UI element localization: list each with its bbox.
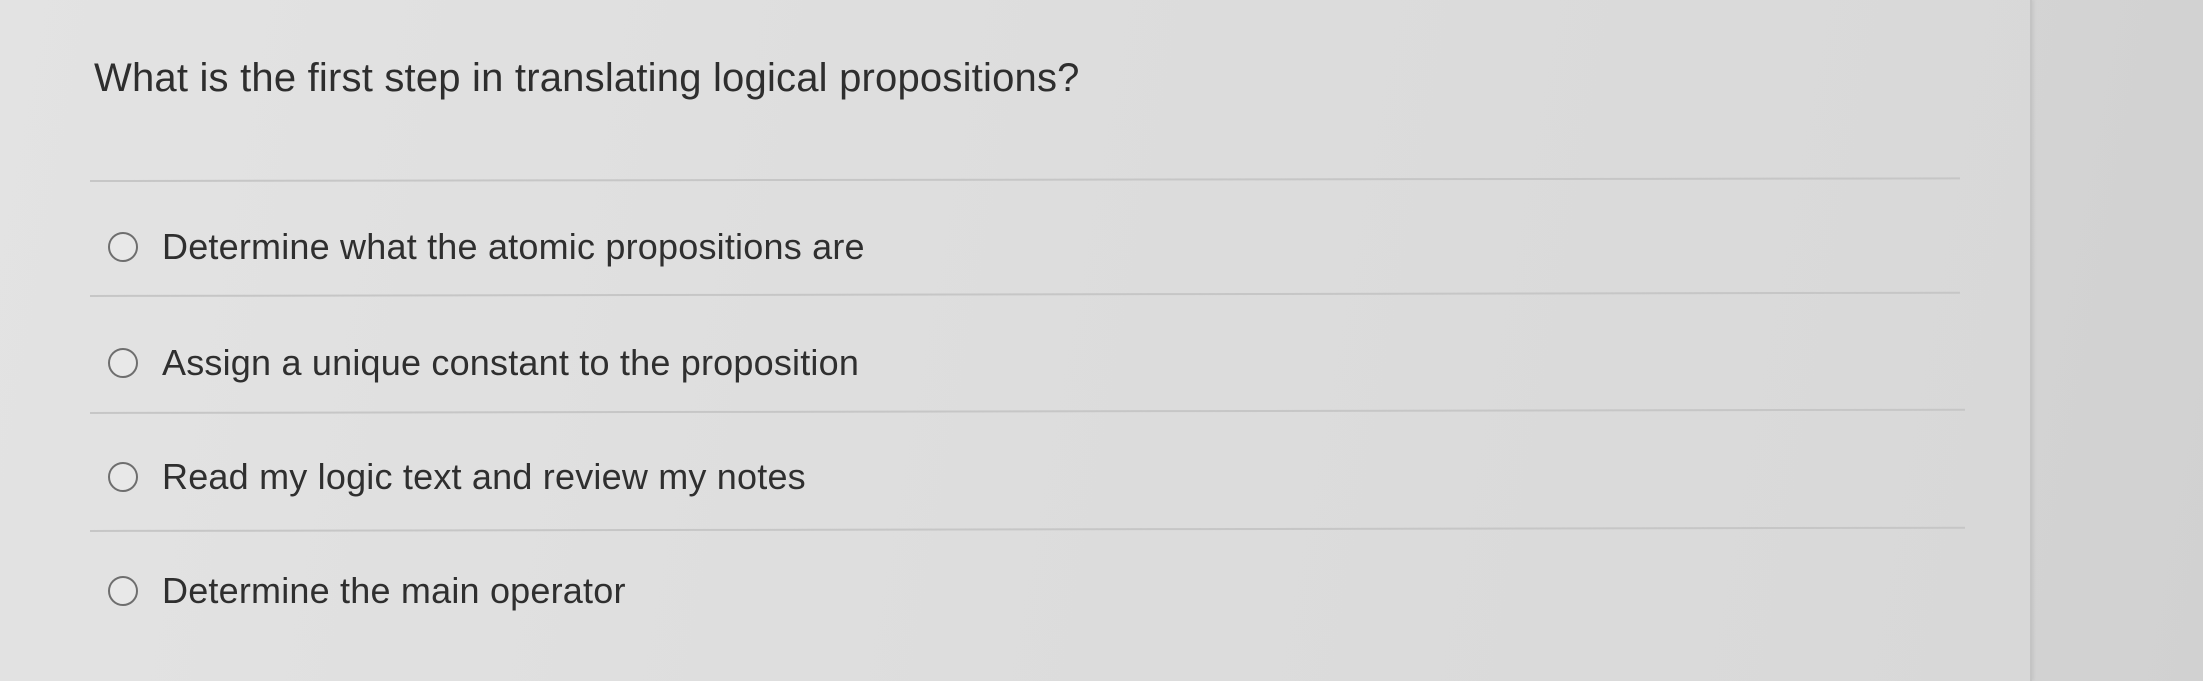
answer-option-1[interactable]: Determine what the atomic propositions a… bbox=[108, 222, 865, 272]
option-divider bbox=[89, 526, 1965, 532]
question-card: What is the first step in translating lo… bbox=[0, 0, 2032, 681]
question-divider bbox=[89, 177, 1960, 182]
option-divider bbox=[89, 291, 1960, 297]
answer-option-label: Determine the main operator bbox=[162, 570, 626, 611]
radio-button-icon[interactable] bbox=[108, 462, 138, 492]
answer-option-2[interactable]: Assign a unique constant to the proposit… bbox=[108, 338, 859, 388]
answer-option-4[interactable]: Determine the main operator bbox=[108, 566, 626, 616]
radio-button-icon[interactable] bbox=[108, 232, 138, 262]
answer-option-label: Assign a unique constant to the proposit… bbox=[162, 342, 860, 383]
answer-option-label: Determine what the atomic propositions a… bbox=[162, 226, 865, 267]
option-divider bbox=[89, 408, 1965, 414]
question-text: What is the first step in translating lo… bbox=[94, 56, 1080, 100]
radio-button-icon[interactable] bbox=[108, 576, 138, 606]
radio-button-icon[interactable] bbox=[108, 348, 138, 378]
answer-option-3[interactable]: Read my logic text and review my notes bbox=[108, 452, 806, 502]
answer-option-label: Read my logic text and review my notes bbox=[162, 456, 806, 497]
